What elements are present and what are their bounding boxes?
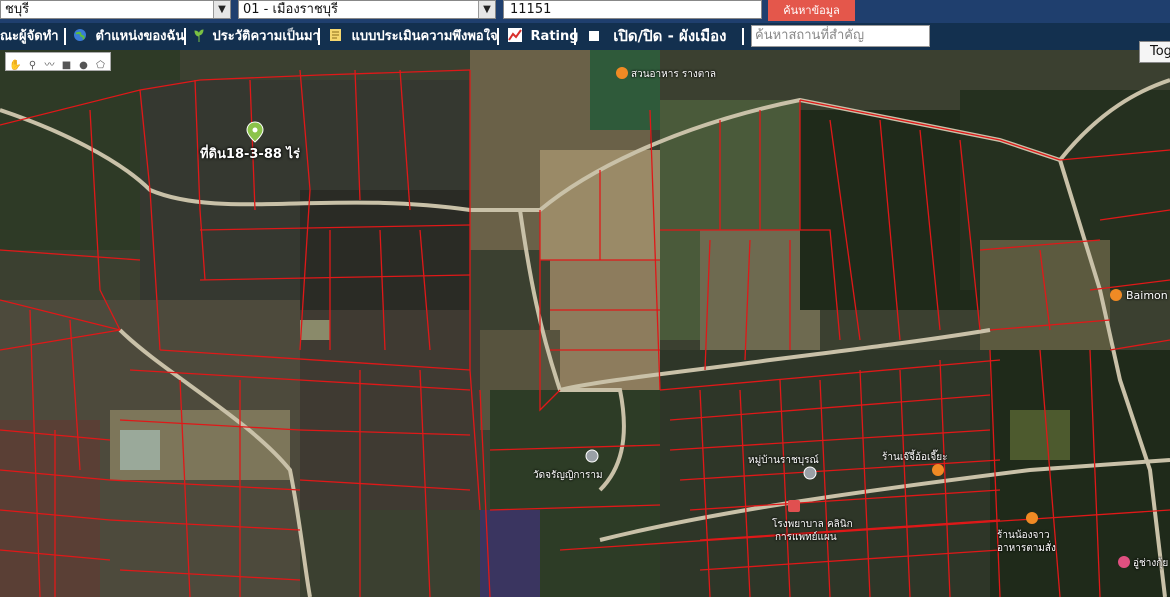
globe-icon	[74, 29, 86, 41]
clinic-pin-icon[interactable]	[788, 500, 800, 512]
district-select[interactable]: 01 - เมืองราชบุรี ▼	[238, 0, 496, 19]
menu-item-toggle-city-plan[interactable]: เปิด/ปิด - ผังเมือง	[589, 23, 727, 50]
toggle-layer-button[interactable]: Tog	[1139, 41, 1170, 63]
sprout-icon	[194, 29, 204, 42]
place-search-input[interactable]: ค้นหาสถานที่สำคัญ	[751, 25, 930, 47]
satellite-map[interactable]: ที่ดิน18-3-88 ไร่ สวนอาหาร รางตาล วัดจรั…	[0, 50, 1170, 597]
polygon-tool-icon[interactable]: ⬠	[93, 58, 108, 73]
menu-item-satisfaction-survey[interactable]: แบบประเมินความพึงพอใจ	[329, 23, 498, 50]
village-pin-icon[interactable]	[803, 466, 817, 480]
polyline-tool-icon[interactable]: 〰	[42, 58, 57, 73]
menu-item-my-location-label: ตำแหน่งของฉัน	[95, 29, 185, 44]
menu-item-team[interactable]: ณะผู้จัดทำ	[0, 23, 59, 50]
place-label: อาหารตามสั่ง	[997, 543, 1056, 554]
place-label: Baimon C	[1126, 289, 1170, 302]
menu-divider	[574, 28, 576, 45]
menu-item-team-label: ณะผู้จัดทำ	[0, 29, 59, 44]
chevron-down-icon: ▼	[213, 1, 230, 18]
chevron-down-icon: ▼	[478, 1, 495, 18]
draw-toolbox: ✋ ⚲ 〰 ■ ● ⬠	[5, 52, 111, 71]
place-label: การแพทย์แผน	[775, 532, 837, 543]
menu-item-rating-label: Rating	[530, 29, 579, 44]
pan-hand-icon[interactable]: ✋	[8, 58, 23, 73]
place-label: สวนอาหาร รางตาล	[631, 69, 717, 80]
search-data-button[interactable]: ค้นหาข้อมูล	[768, 0, 855, 21]
shop-pin-icon[interactable]	[932, 464, 944, 476]
restaurant-pin-icon[interactable]	[616, 67, 628, 79]
place-label: ร้านเจ๊จี้อ้อเจี๊ยะ	[882, 452, 948, 463]
map-canvas	[0, 50, 1170, 597]
menu-item-satisfaction-survey-label: แบบประเมินความพึงพอใจ	[351, 29, 498, 44]
district-select-value: 01 - เมืองราชบุรี	[243, 2, 339, 17]
menu-item-history-label: ประวัติความเป็นมา	[212, 29, 320, 44]
baimon-pin-icon[interactable]	[1110, 289, 1122, 301]
temple-pin-icon[interactable]	[585, 449, 599, 463]
menu-divider	[64, 28, 66, 45]
menu-divider	[497, 28, 499, 45]
rectangle-tool-icon[interactable]: ■	[59, 58, 74, 73]
menu-item-rating[interactable]: Rating	[508, 23, 579, 50]
parcel-label: ที่ดิน18-3-88 ไร่	[200, 147, 300, 162]
chart-icon	[508, 28, 522, 42]
menu-divider	[318, 28, 320, 45]
menu-divider	[184, 28, 186, 45]
menu-divider	[742, 28, 744, 45]
place-label: อู่ช่างกุ้ย	[1133, 558, 1169, 569]
province-select-value: ชบุรี	[5, 2, 30, 17]
food-shop-pin-icon[interactable]	[1026, 512, 1038, 524]
place-label: หมู่บ้านราชบุรณ์	[748, 455, 819, 466]
form-icon	[330, 29, 341, 41]
top-search-bar: ชบุรี ▼ 01 - เมืองราชบุรี ▼ 11151 ค้นหาข…	[0, 0, 1170, 23]
province-select[interactable]: ชบุรี ▼	[0, 0, 231, 19]
garage-pin-icon[interactable]	[1118, 556, 1130, 568]
circle-tool-icon[interactable]: ●	[76, 58, 91, 73]
point-tool-icon[interactable]: ⚲	[25, 58, 40, 73]
menu-item-my-location[interactable]: ตำแหน่งของฉัน	[73, 23, 184, 50]
main-menu-bar: ณะผู้จัดทำ ตำแหน่งของฉัน ประวัติความเป็น…	[0, 23, 1170, 50]
place-label: วัดจรัญญิการาม	[533, 470, 603, 481]
postcode-input[interactable]: 11151	[503, 0, 762, 19]
menu-item-history[interactable]: ประวัติความเป็นมา	[194, 23, 320, 50]
square-icon	[589, 31, 599, 41]
menu-item-toggle-city-plan-label: เปิด/ปิด - ผังเมือง	[613, 27, 727, 45]
